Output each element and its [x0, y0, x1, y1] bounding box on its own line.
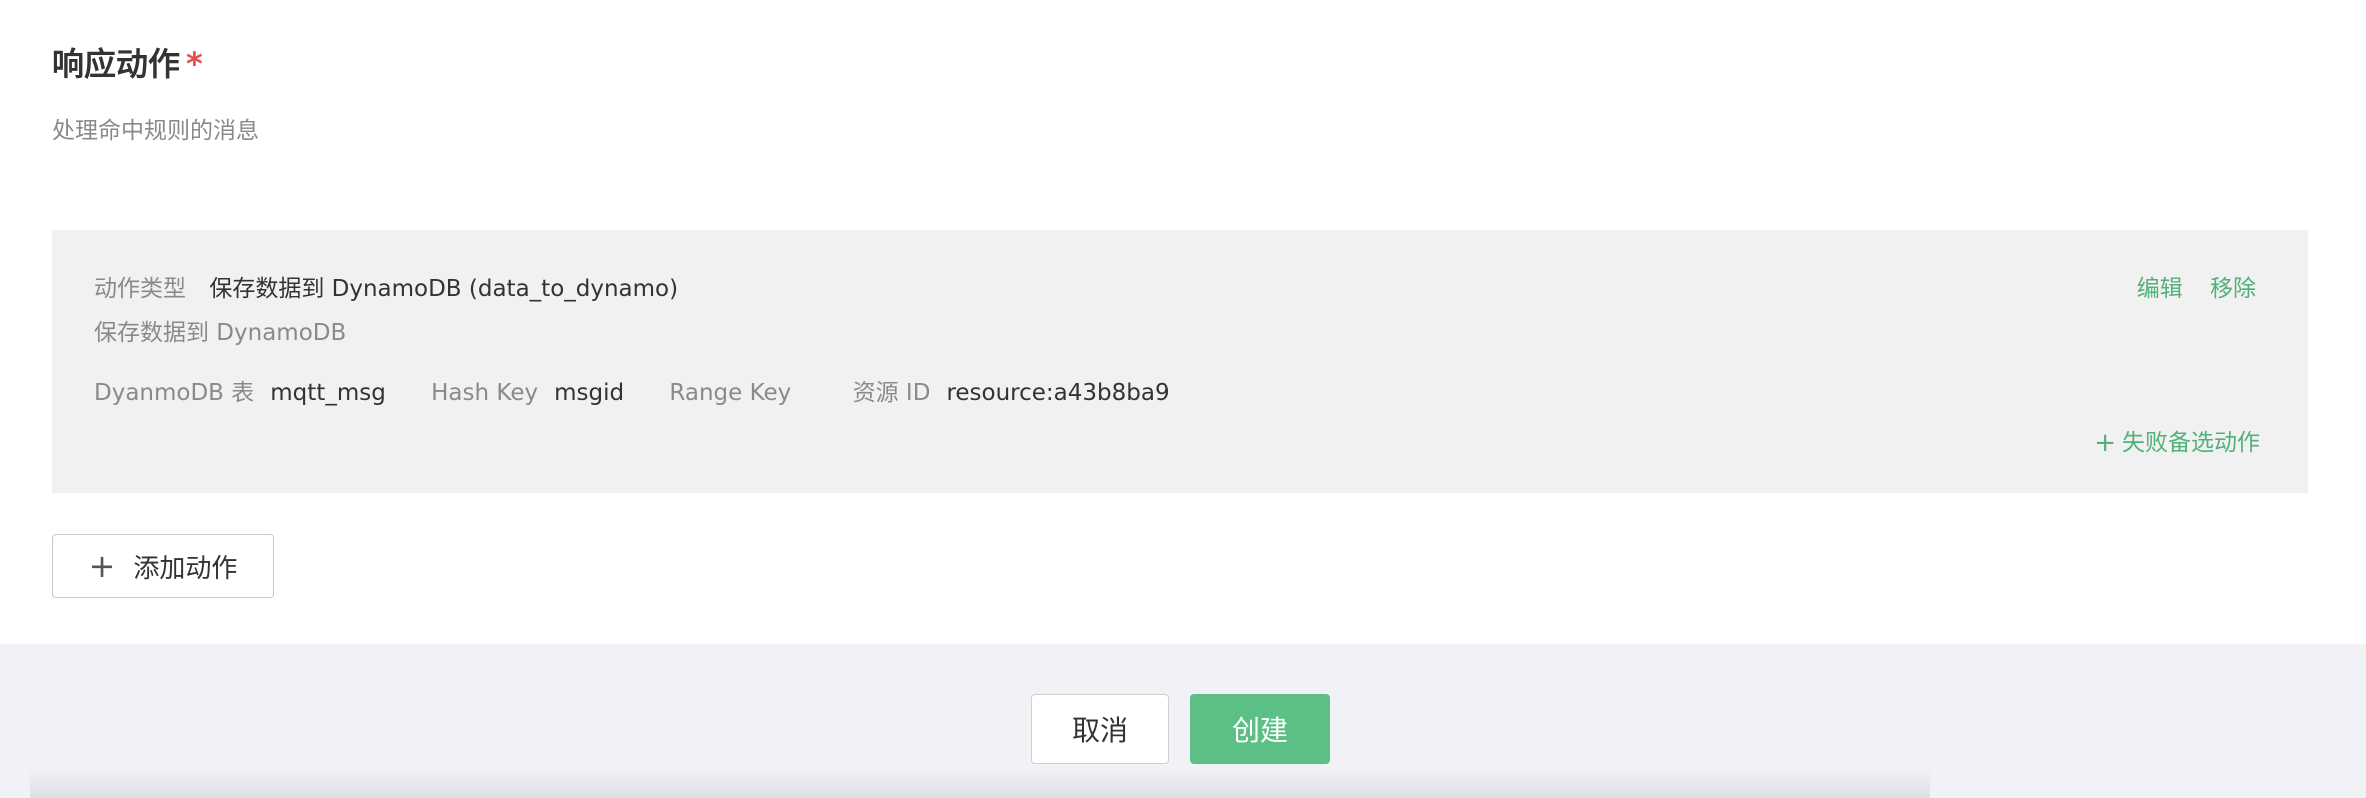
add-action-button[interactable]: + 添加动作	[52, 534, 274, 598]
card-actions: 编辑 移除	[2117, 272, 2256, 306]
action-params-row: DyanmoDB 表 mqtt_msg Hash Key msgid Range K…	[94, 376, 1208, 410]
param-hash-key: Hash Key msgid	[431, 376, 624, 410]
footer-bar: 取消 创建	[0, 644, 2366, 798]
param-label: 资源 ID	[852, 380, 931, 406]
param-value: mqtt_msg	[270, 380, 386, 406]
footer-shadow	[30, 768, 1930, 798]
section-description: 处理命中规则的消息	[52, 118, 259, 144]
plus-icon: +	[88, 547, 116, 585]
action-type-value: 保存数据到 DynamoDB (data_to_dynamo)	[209, 276, 679, 302]
add-fallback-action-link[interactable]: + 失败备选动作	[2094, 426, 2260, 460]
param-table: DyanmoDB 表 mqtt_msg	[94, 376, 386, 410]
plus-icon: +	[2094, 428, 2116, 458]
action-description: 保存数据到 DynamoDB	[94, 320, 347, 346]
create-button[interactable]: 创建	[1190, 694, 1330, 764]
param-label: Hash Key	[431, 380, 539, 406]
param-value: msgid	[554, 380, 625, 406]
action-type-row: 动作类型 保存数据到 DynamoDB (data_to_dynamo)	[94, 272, 678, 306]
action-type-label: 动作类型	[94, 276, 186, 302]
param-label: DyanmoDB 表	[94, 380, 255, 406]
param-label: Range Key	[669, 380, 792, 406]
required-mark: *	[186, 45, 203, 83]
rule-action-page: 响应动作 * 处理命中规则的消息 动作类型 保存数据到 DynamoDB (dat…	[0, 0, 2366, 798]
section-title-text: 响应动作	[52, 45, 181, 83]
remove-link[interactable]: 移除	[2210, 276, 2256, 302]
param-resource-id: 资源 ID resource:a43b8ba9	[853, 376, 1170, 410]
action-card: 动作类型 保存数据到 DynamoDB (data_to_dynamo) 保存数…	[52, 230, 2308, 493]
section-title: 响应动作 *	[52, 44, 203, 84]
param-value: resource:a43b8ba9	[946, 380, 1170, 406]
cancel-button[interactable]: 取消	[1031, 694, 1169, 764]
fallback-action-label: 失败备选动作	[2122, 430, 2260, 456]
edit-link[interactable]: 编辑	[2137, 276, 2183, 302]
add-action-label: 添加动作	[133, 553, 238, 584]
param-range-key: Range Key	[669, 376, 807, 410]
